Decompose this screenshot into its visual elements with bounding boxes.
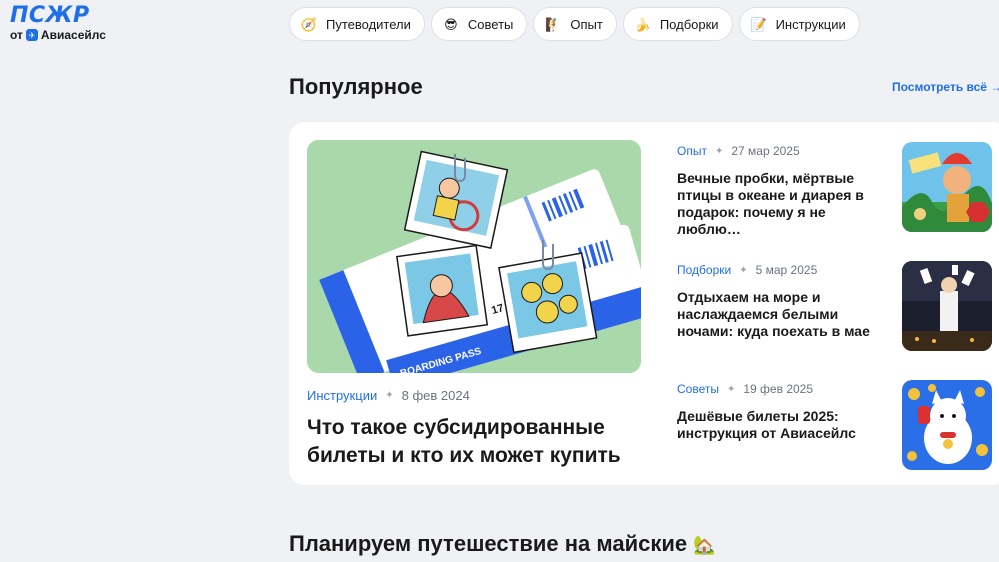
climber-icon: 🧗 <box>545 16 562 32</box>
article-date: 19 фев 2025 <box>743 382 814 396</box>
article-meta: Советы ✦ 19 фев 2025 <box>677 382 813 396</box>
section-title-planning: Планируем путешествие на майские 🏡 <box>289 531 716 557</box>
see-all-link[interactable]: Посмотреть всё → <box>892 80 999 94</box>
section-title-popular: Популярное <box>289 74 423 99</box>
article-title[interactable]: Отдыхаем на море и наслаждаемся белыми н… <box>677 289 887 340</box>
logo-subtitle: от ✈ Авиасейлс <box>10 28 106 42</box>
article-list-item: Опыт ✦ 27 мар 2025 Вечные пробки, мёртвы… <box>677 142 999 238</box>
separator-dot-icon: ✦ <box>714 145 724 157</box>
logo-text: ПСЖР <box>10 3 90 28</box>
white-nights-image <box>902 261 992 351</box>
tab-label: Путеводители <box>326 16 411 32</box>
article-title[interactable]: Дешёвые билеты 2025: инструкция от Авиас… <box>677 408 887 442</box>
feature-article-title[interactable]: Что такое субсидированные билеты и кто и… <box>307 414 647 470</box>
lucky-cat-thumbnail[interactable] <box>902 380 992 470</box>
separator-dot-icon: ✦ <box>385 390 394 401</box>
popular-card: BOARDING PASS 17 15 <box>289 122 999 485</box>
arrow-right-icon: → <box>990 80 999 94</box>
tab-tips[interactable]: 😎 Советы <box>430 7 528 41</box>
separator-dot-icon: ✦ <box>726 383 736 395</box>
feature-article-meta: Инструкции ✦ 8 фев 2024 <box>307 388 470 403</box>
tab-collections[interactable]: 🍌 Подборки <box>622 7 733 41</box>
article-date: 8 фев 2024 <box>401 388 470 403</box>
see-all-label: Посмотреть всё <box>892 80 987 94</box>
article-list-item: Подборки ✦ 5 мар 2025 Отдыхаем на море и… <box>677 261 999 355</box>
tab-instructions[interactable]: 📝 Инструкции <box>738 7 860 41</box>
sunglasses-face-icon: 😎 <box>444 16 458 32</box>
compass-icon: 🧭 <box>300 16 318 32</box>
tab-experience[interactable]: 🧗 Опыт <box>533 7 617 41</box>
category-link[interactable]: Опыт <box>677 144 707 158</box>
white-nights-thumbnail[interactable] <box>902 261 992 351</box>
tab-label: Советы <box>467 16 514 32</box>
category-tabs: 🧭 Путеводители 😎 Советы 🧗 Опыт 🍌 Подборк… <box>289 7 860 41</box>
bali-collage-image <box>902 142 992 232</box>
tab-label: Опыт <box>570 16 603 32</box>
article-date: 27 мар 2025 <box>731 144 800 158</box>
separator-dot-icon: ✦ <box>739 264 748 276</box>
category-link[interactable]: Подборки <box>677 263 731 277</box>
category-link[interactable]: Советы <box>677 382 719 396</box>
article-title[interactable]: Вечные пробки, мёртвые птицы в океане и … <box>677 170 887 238</box>
logo-sub-brand: Авиасейлс <box>40 28 106 42</box>
bali-collage-thumbnail[interactable] <box>902 142 992 232</box>
house-icon: 🏡 <box>693 535 716 555</box>
tab-guides[interactable]: 🧭 Путеводители <box>289 7 425 41</box>
lucky-cat-image <box>902 380 992 470</box>
article-meta: Подборки ✦ 5 мар 2025 <box>677 263 817 277</box>
memo-icon: 📝 <box>750 16 767 32</box>
tab-label: Инструкции <box>775 16 846 32</box>
banana-icon: 🍌 <box>634 16 651 32</box>
article-meta: Опыт ✦ 27 мар 2025 <box>677 144 800 158</box>
logo-sub-prefix: от <box>10 28 23 42</box>
article-list-item: Советы ✦ 19 фев 2025 Дешёвые билеты 2025… <box>677 380 999 474</box>
logo[interactable]: ПСЖР от ✈ Авиасейлс <box>10 3 106 43</box>
aviasales-icon: ✈ <box>25 29 38 41</box>
tab-label: Подборки <box>659 16 719 32</box>
planning-title-text: Планируем путешествие на майские <box>289 531 688 556</box>
boarding-pass-illustration: BOARDING PASS 17 15 <box>307 140 641 373</box>
article-date: 5 мар 2025 <box>755 263 818 277</box>
feature-article-image[interactable]: BOARDING PASS 17 15 <box>307 140 641 373</box>
category-link[interactable]: Инструкции <box>307 388 377 403</box>
